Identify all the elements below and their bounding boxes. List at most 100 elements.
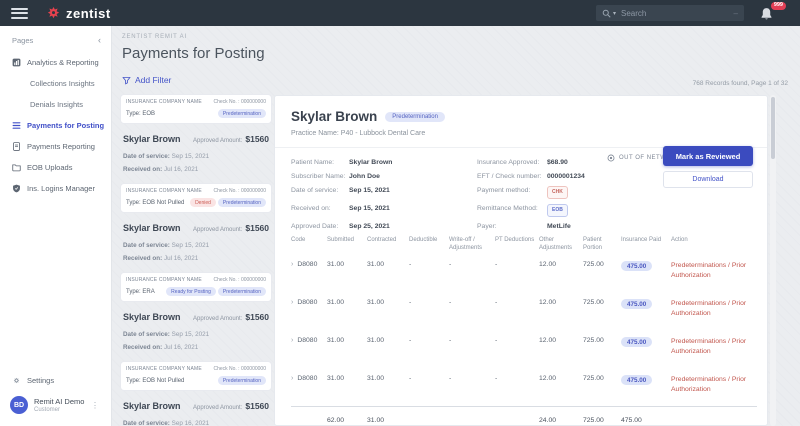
- search-shortcut-hint: –: [733, 8, 738, 18]
- hamburger-menu-icon[interactable]: [11, 7, 28, 19]
- date-of-service: Date of service: Sep 16, 2021: [123, 420, 210, 426]
- settings-label: Settings: [27, 375, 55, 385]
- vertical-scrollbar[interactable]: [770, 95, 776, 426]
- total-patient-portion: 725.00: [583, 417, 604, 424]
- field-value: 0000001234: [547, 173, 585, 180]
- field-label: Date of service:: [291, 187, 339, 194]
- claim-card-body[interactable]: Skylar Brown Approved Amount: $1560 Date …: [120, 213, 272, 269]
- add-filter-button[interactable]: Add Filter: [122, 75, 171, 85]
- field-label: Patient Name:: [291, 159, 335, 166]
- predetermination-link[interactable]: Predeterminations / Prior Authorization: [671, 376, 746, 393]
- field-value: Sep 15, 2021: [349, 205, 390, 212]
- settings-button[interactable]: Settings: [0, 370, 111, 390]
- notification-count-badge: 999: [770, 2, 786, 10]
- breadcrumb: ZENTIST REMIT AI: [122, 34, 187, 40]
- check-number: Check No. : 000000000: [213, 188, 266, 194]
- insurance-company-name: INSURANCE COMPANY NAME: [126, 277, 202, 283]
- insurance-company-name: INSURANCE COMPANY NAME: [126, 99, 202, 105]
- search-scope-caret-icon[interactable]: ▾: [613, 10, 616, 17]
- page-title: Payments for Posting: [122, 45, 265, 62]
- claim-type: Type: ERA: [126, 288, 155, 295]
- insurance-paid-badge: 475.00: [621, 261, 653, 271]
- practice-name: Practice Name: P40 - Lubbock Dental Care: [291, 130, 426, 137]
- insurance-paid-badge: 475.00: [621, 299, 653, 309]
- expand-row-chevron-icon[interactable]: ›: [291, 337, 293, 344]
- expand-row-chevron-icon[interactable]: ›: [291, 299, 293, 306]
- table-row: › D8080 31.00 31.00 - - - 12.00 725.00 47…: [291, 337, 747, 355]
- user-profile[interactable]: BD Remit AI Demo Customer ⋮: [0, 390, 111, 416]
- claim-card-header[interactable]: INSURANCE COMPANY NAME Check No. : 00000…: [120, 361, 272, 391]
- claim-patient-name: Skylar Brown: [123, 134, 181, 144]
- sidebar-section-label: Pages: [12, 35, 34, 45]
- sidebar-item-label: Denials Insights: [30, 100, 83, 109]
- approved-amount-value: $1560: [245, 312, 269, 322]
- table-totals-row: 62.00 31.00 24.00 725.00 475.00: [291, 406, 757, 425]
- download-button[interactable]: Download: [663, 171, 753, 188]
- search-box[interactable]: ▾ –: [596, 5, 744, 21]
- predetermination-link[interactable]: Predeterminations / Prior Authorization: [671, 300, 746, 317]
- sidebar-item-collections-insights[interactable]: Collections Insights: [0, 73, 111, 94]
- approved-amount-label: Approved Amount:: [192, 138, 243, 144]
- expand-row-chevron-icon[interactable]: ›: [291, 375, 293, 382]
- main-content: ZENTIST REMIT AI Payments for Posting Ad…: [112, 26, 800, 426]
- scrollbar-thumb[interactable]: [771, 97, 775, 159]
- claim-card[interactable]: INSURANCE COMPANY NAME Check No. : 00000…: [120, 272, 272, 358]
- insurance-company-name: INSURANCE COMPANY NAME: [126, 366, 202, 372]
- expand-row-chevron-icon[interactable]: ›: [291, 261, 293, 268]
- total-insurance-paid: 475.00: [621, 417, 642, 424]
- claim-card-header[interactable]: INSURANCE COMPANY NAME Check No. : 00000…: [120, 272, 272, 302]
- field-value: Skylar Brown: [349, 159, 393, 166]
- column-header: PT Deductions: [495, 237, 535, 243]
- user-menu-kebab-icon[interactable]: ⋮: [91, 401, 103, 410]
- sidebar-item-eob-uploads[interactable]: EOB Uploads: [0, 157, 111, 178]
- column-header: Insurance Paid: [621, 237, 662, 243]
- claim-card-body[interactable]: Skylar Brown Approved Amount: $1560 Date …: [120, 391, 272, 426]
- claims-list[interactable]: INSURANCE COMPANY NAME Check No. : 00000…: [120, 94, 272, 426]
- notifications-button[interactable]: 999: [760, 2, 786, 22]
- list-icon: [12, 122, 21, 129]
- field-label: Payer:: [477, 223, 497, 230]
- sidebar-item-denials-insights[interactable]: Denials Insights: [0, 94, 111, 115]
- check-number: Check No. : 000000000: [213, 99, 266, 105]
- sidebar: Pages ‹ Analytics & Reporting Collection…: [0, 26, 112, 426]
- detail-patient-name: Skylar Brown: [291, 109, 378, 124]
- claim-card-header[interactable]: INSURANCE COMPANY NAME Check No. : 00000…: [120, 94, 272, 124]
- payment-method-badge: CHK: [547, 186, 568, 199]
- claim-detail-panel: Skylar Brown Predetermination Practice N…: [274, 95, 768, 426]
- sidebar-item-payments-reporting[interactable]: Payments Reporting: [0, 136, 111, 157]
- sidebar-item-label: Ins. Logins Manager: [27, 184, 95, 193]
- claim-fields: Patient Name: Skylar Brown Insurance App…: [291, 158, 657, 231]
- table-row: › D8080 31.00 31.00 - - - 12.00 725.00 47…: [291, 375, 747, 393]
- claim-card[interactable]: INSURANCE COMPANY NAME Check No. : 00000…: [120, 94, 272, 180]
- claim-card[interactable]: INSURANCE COMPANY NAME Check No. : 00000…: [120, 361, 272, 426]
- top-bar: zentist ▾ – 999: [0, 0, 800, 26]
- brand-logo[interactable]: zentist: [46, 6, 111, 21]
- field-label: EFT / Check number:: [477, 173, 542, 180]
- claim-card-header[interactable]: INSURANCE COMPANY NAME Check No. : 00000…: [120, 183, 272, 213]
- approved-amount-value: $1560: [245, 134, 269, 144]
- sidebar-collapse-icon[interactable]: ‹: [98, 35, 101, 45]
- field-label: Subscriber Name:: [291, 173, 346, 180]
- app-root: zentist ▾ – 999 Pages ‹ Analytics &: [0, 0, 800, 426]
- status-badge: Denied: [190, 198, 216, 207]
- claim-card[interactable]: INSURANCE COMPANY NAME Check No. : 00000…: [120, 183, 272, 269]
- predetermination-link[interactable]: Predeterminations / Prior Authorization: [671, 262, 746, 279]
- sidebar-item-payments-for-posting[interactable]: Payments for Posting: [0, 115, 111, 136]
- sidebar-item-ins-logins-manager[interactable]: Ins. Logins Manager: [0, 178, 111, 199]
- filter-funnel-icon: [122, 76, 131, 84]
- field-label: Remittance Method:: [477, 205, 538, 212]
- mark-as-reviewed-button[interactable]: Mark as Reviewed: [663, 146, 753, 166]
- search-icon: [602, 9, 611, 18]
- claim-card-body[interactable]: Skylar Brown Approved Amount: $1560 Date …: [120, 302, 272, 358]
- approved-amount-label: Approved Amount:: [192, 316, 243, 322]
- approved-amount-label: Approved Amount:: [192, 227, 243, 233]
- claim-card-body[interactable]: Skylar Brown Approved Amount: $1560 Date …: [120, 124, 272, 180]
- sidebar-item-analytics-reporting[interactable]: Analytics & Reporting: [0, 52, 111, 73]
- claim-type: Type: EOB Not Pulled: [126, 199, 185, 206]
- user-role: Customer: [34, 407, 61, 413]
- predetermination-link[interactable]: Predeterminations / Prior Authorization: [671, 338, 746, 355]
- search-input[interactable]: [621, 8, 734, 18]
- status-badge: Ready for Posting: [166, 287, 216, 296]
- sidebar-item-label: Payments Reporting: [27, 142, 95, 151]
- received-on: Received on: Jul 16, 2021: [123, 166, 199, 173]
